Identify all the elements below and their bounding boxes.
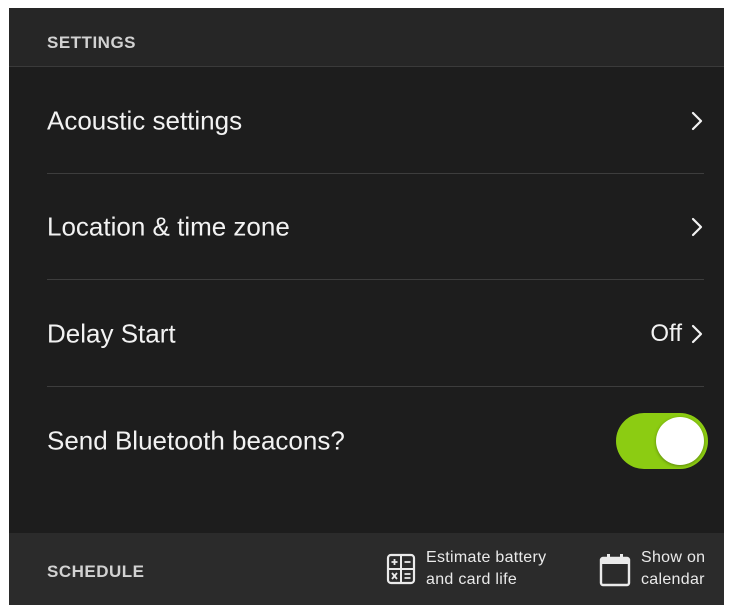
- estimate-battery-line1: Estimate battery: [426, 549, 547, 566]
- location-time-zone-label: Location & time zone: [47, 211, 290, 241]
- delay-start-value: Off: [650, 319, 682, 347]
- chevron-right-icon: [691, 217, 703, 236]
- show-on-calendar-button[interactable]: Show on calendar: [599, 547, 719, 591]
- bluetooth-beacons-row: Send Bluetooth beacons?: [47, 388, 708, 494]
- estimate-battery-line2: and card life: [426, 571, 518, 588]
- chevron-right-icon: [691, 111, 703, 130]
- calculator-icon: [386, 553, 416, 585]
- acoustic-settings-label: Acoustic settings: [47, 105, 243, 135]
- calendar-icon: [599, 554, 631, 587]
- schedule-section-title: SCHEDULE: [47, 562, 145, 581]
- acoustic-settings-row[interactable]: Acoustic settings: [47, 68, 704, 174]
- delay-start-row[interactable]: Delay Start Off: [47, 281, 704, 387]
- settings-panel: SETTINGS Acoustic settings Location & ti…: [9, 8, 724, 605]
- toggle-knob: [656, 417, 704, 465]
- show-on-calendar-line1: Show on: [641, 549, 706, 566]
- location-time-zone-row[interactable]: Location & time zone: [47, 174, 704, 280]
- show-on-calendar-line2: calendar: [641, 571, 705, 588]
- schedule-section-header: SCHEDULE Estimate battery and card life: [9, 533, 724, 605]
- settings-section-title: SETTINGS: [47, 33, 137, 52]
- delay-start-label: Delay Start: [47, 318, 176, 348]
- estimate-battery-button[interactable]: Estimate battery and card life: [386, 547, 581, 591]
- chevron-right-icon: [691, 324, 703, 343]
- bluetooth-beacons-toggle[interactable]: [616, 413, 708, 469]
- settings-section-header: SETTINGS: [9, 8, 724, 67]
- bluetooth-beacons-label: Send Bluetooth beacons?: [47, 425, 345, 456]
